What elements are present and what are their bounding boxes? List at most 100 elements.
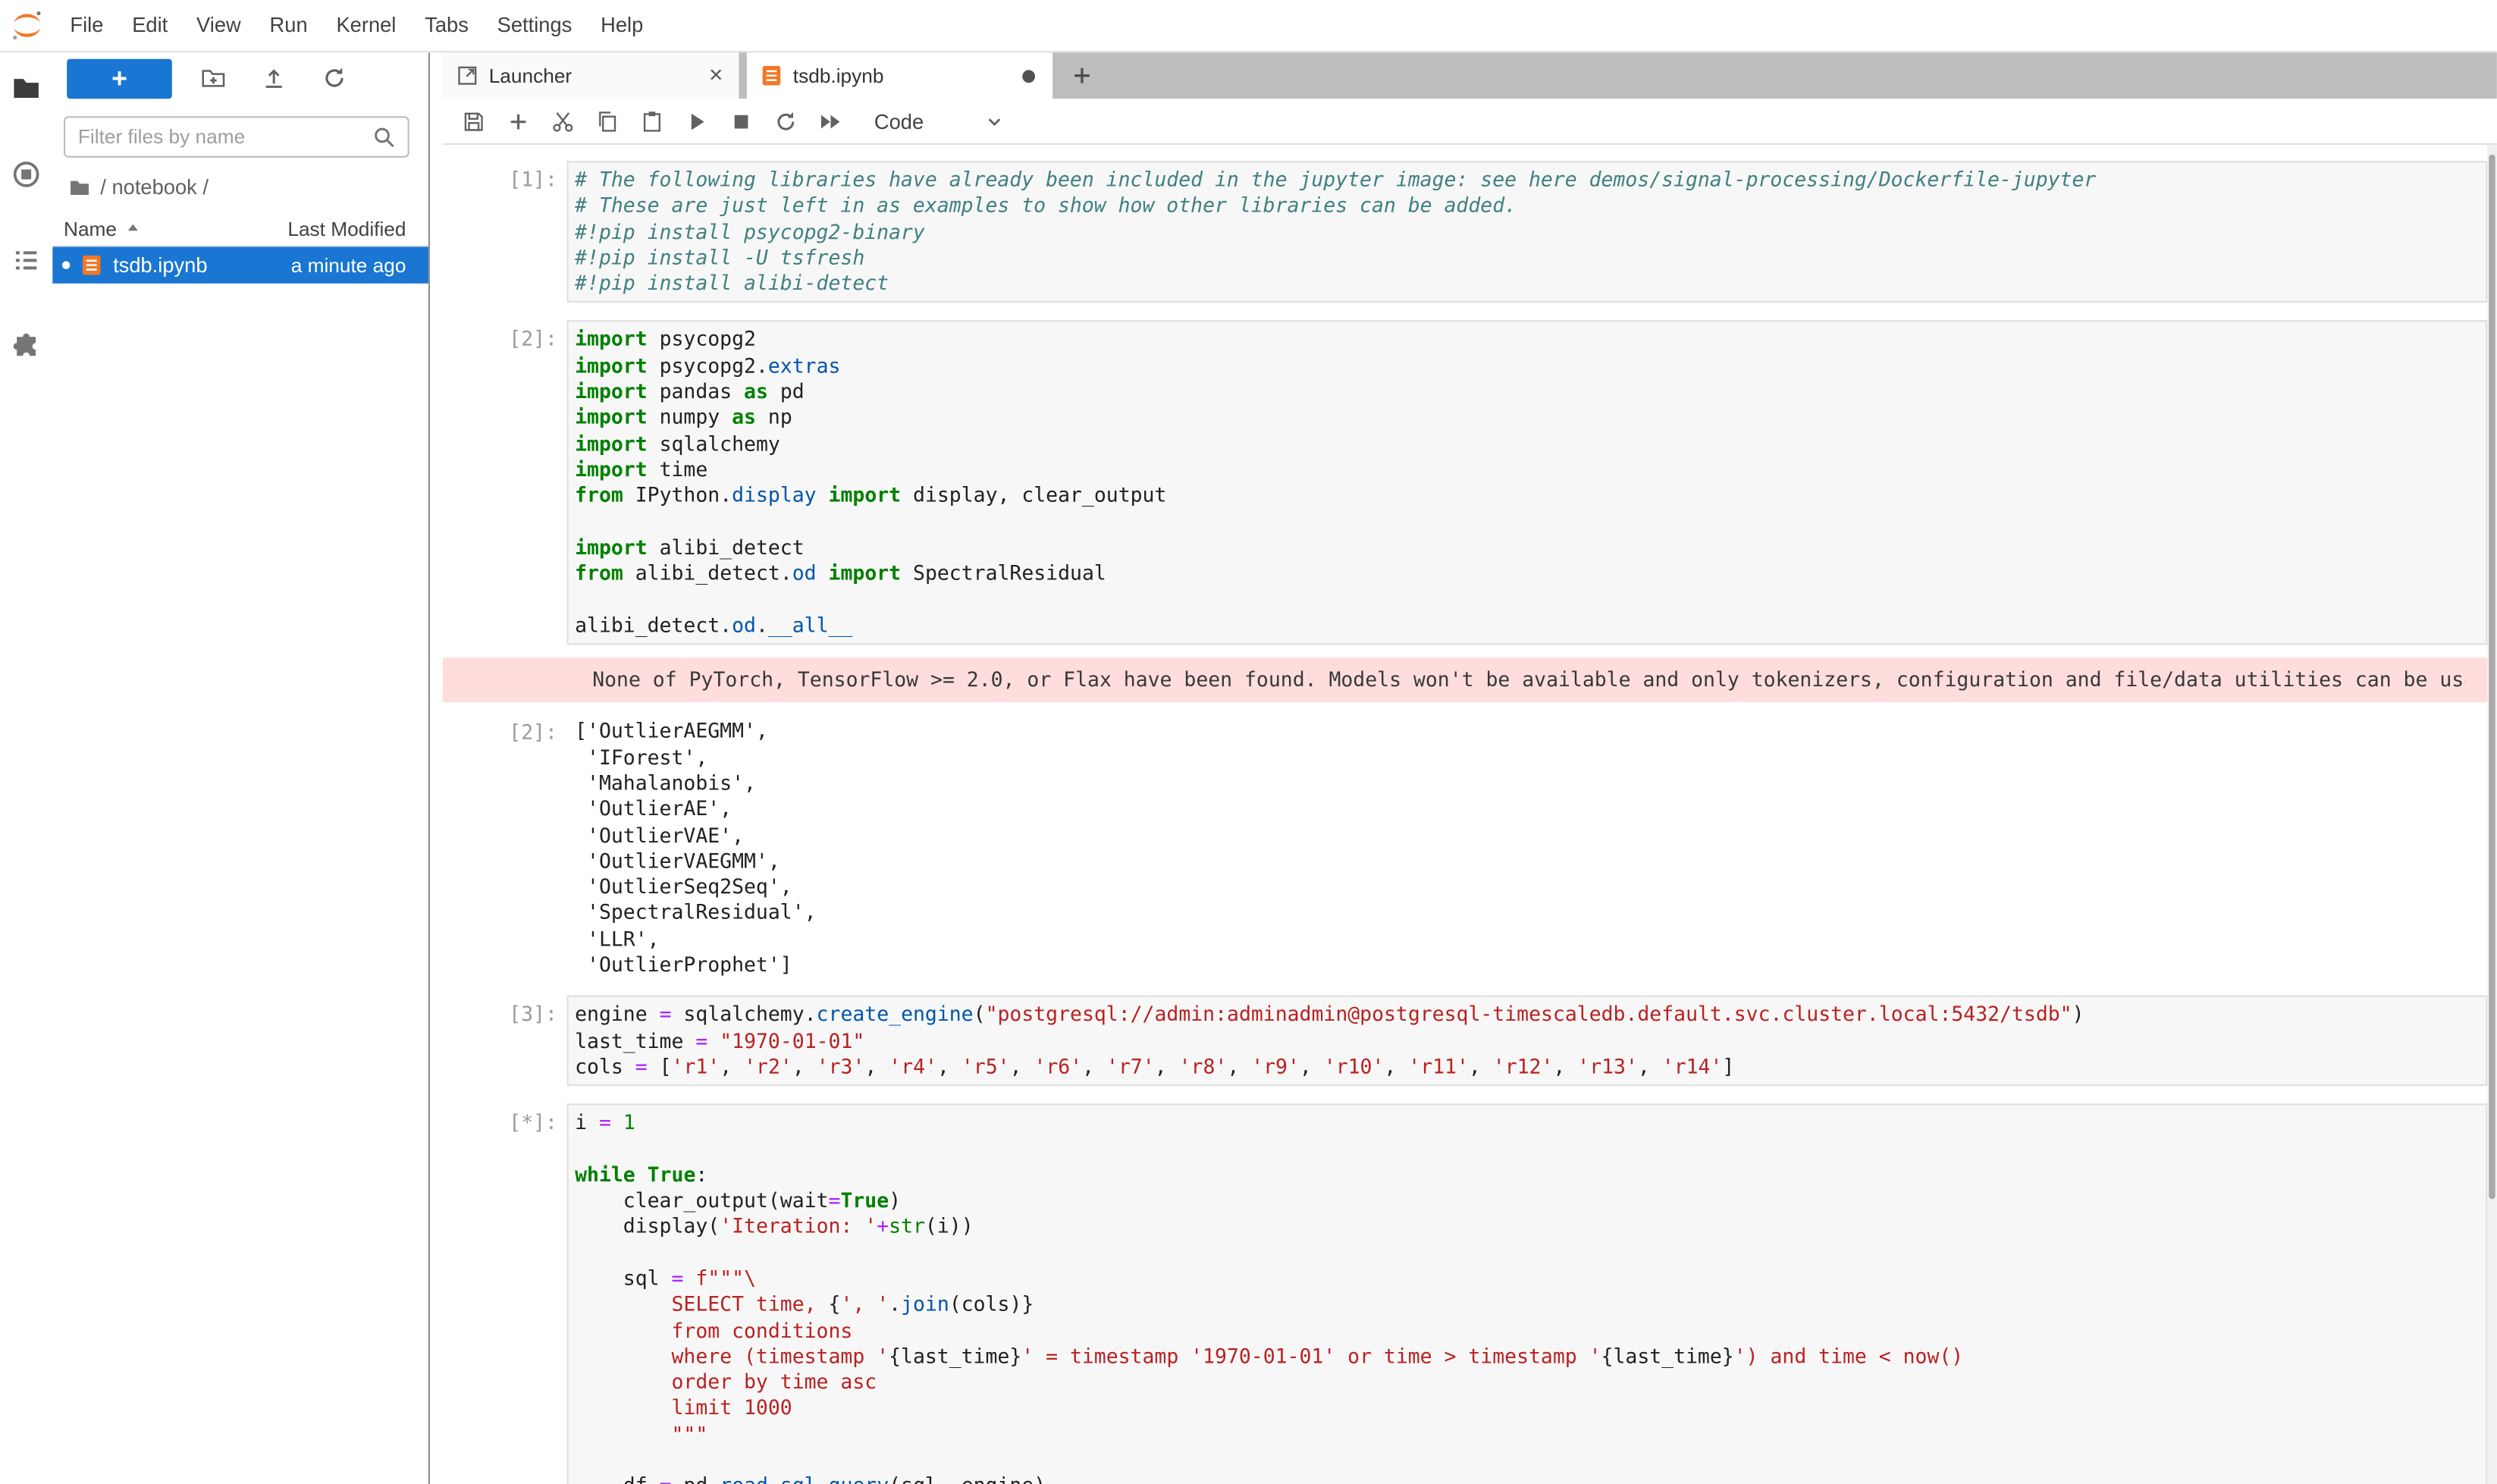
- fast-forward-button[interactable]: [808, 102, 852, 140]
- code-editor[interactable]: # The following libraries have already b…: [567, 161, 2488, 303]
- column-header-last-modified[interactable]: Last Modified: [287, 218, 406, 240]
- menu-item-edit[interactable]: Edit: [118, 0, 182, 51]
- cell-type-select[interactable]: Code: [868, 106, 1012, 136]
- search-icon: [371, 124, 397, 150]
- cell-output: [2]:['OutlierAEGMM', 'IForest', 'Mahalan…: [443, 714, 2497, 979]
- cell-prompt: [2]:: [443, 714, 567, 979]
- menu-item-tabs[interactable]: Tabs: [410, 0, 482, 51]
- cut-icon: [551, 109, 575, 133]
- paste-icon: [639, 109, 663, 133]
- notebook-toolbar: Code: [443, 99, 2497, 145]
- new-folder-button[interactable]: [194, 59, 232, 97]
- cell-prompt: [3]:: [443, 996, 567, 1086]
- cell-prompt: [*]:: [443, 1104, 567, 1484]
- file-name: tsdb.ipynb: [113, 253, 207, 278]
- folder-icon: [68, 176, 90, 198]
- column-header-name[interactable]: Name: [64, 218, 143, 240]
- menu-bar-items: FileEditViewRunKernelTabsSettingsHelp: [56, 0, 658, 51]
- panel-splitter[interactable]: [430, 52, 443, 1484]
- add-icon: [506, 109, 529, 133]
- copy-icon: [594, 109, 619, 133]
- new-launcher-button[interactable]: +: [67, 58, 172, 99]
- upload-icon: [261, 65, 287, 91]
- close-icon[interactable]: ×: [706, 64, 726, 87]
- code-editor[interactable]: import psycopg2 import psycopg2.extras i…: [567, 321, 2488, 645]
- new-folder-icon: [201, 65, 227, 91]
- cell-output: None of PyTorch, TensorFlow >= 2.0, or F…: [443, 657, 2487, 702]
- paste-button[interactable]: [629, 102, 673, 140]
- menu-item-settings[interactable]: Settings: [483, 0, 586, 51]
- cell-prompt: [456, 663, 580, 698]
- filter-box: [64, 116, 409, 158]
- code-cell: [2]:import psycopg2 import psycopg2.extr…: [443, 321, 2497, 645]
- save-icon: [461, 109, 485, 133]
- menu-item-run[interactable]: Run: [256, 0, 322, 51]
- run-button[interactable]: [673, 102, 718, 140]
- sort-ascending-icon: [125, 220, 143, 237]
- file-row[interactable]: tsdb.ipynb a minute ago: [52, 247, 428, 284]
- jupyterlab-window: FileEditViewRunKernelTabsSettingsHelp + …: [0, 0, 2497, 1484]
- file-action-icons: [172, 59, 353, 97]
- sidebar-tab-table-of-contents[interactable]: [9, 242, 44, 277]
- add-icon: [1069, 64, 1093, 87]
- run-icon: [684, 109, 708, 133]
- output-text: ['OutlierAEGMM', 'IForest', 'Mahalanobis…: [567, 714, 2497, 979]
- menu-item-view[interactable]: View: [182, 0, 256, 51]
- refresh-button[interactable]: [315, 59, 353, 97]
- upload-button[interactable]: [255, 59, 293, 97]
- left-sidebar: [0, 52, 52, 1484]
- file-listing: tsdb.ipynb a minute ago: [52, 247, 428, 284]
- folder-icon: [11, 73, 42, 103]
- main-area: + / notebook / Name Last Modified tsdb.i…: [0, 52, 2497, 1484]
- code-editor[interactable]: i = 1 while True: clear_output(wait=True…: [567, 1104, 2488, 1484]
- cell-prompt: [1]:: [443, 161, 567, 303]
- menu-item-file[interactable]: File: [56, 0, 118, 51]
- column-name-label: Name: [64, 218, 117, 240]
- tab-bar: Launcher × tsdb.ipynb: [443, 52, 2497, 99]
- table-of-contents-icon: [11, 244, 42, 275]
- breadcrumb-path: / notebook /: [100, 175, 209, 199]
- restart-button[interactable]: [763, 102, 808, 140]
- breadcrumb[interactable]: / notebook /: [68, 175, 428, 199]
- dirty-indicator: [62, 261, 71, 269]
- tab-tsdb-ipynb[interactable]: tsdb.ipynb: [747, 52, 1052, 99]
- scrollbar-thumb[interactable]: [2489, 155, 2495, 1200]
- tab-label: tsdb.ipynb: [793, 64, 884, 86]
- notebook-icon: [760, 64, 784, 87]
- document-area: Launcher × tsdb.ipynb Code [1]:# The follo…: [443, 52, 2497, 1484]
- file-list-header: Name Last Modified: [52, 212, 428, 246]
- filter-files-input[interactable]: [65, 126, 371, 148]
- dirty-indicator: [1022, 69, 1035, 82]
- new-tab-button[interactable]: [1061, 52, 1103, 99]
- stop-button[interactable]: [718, 102, 763, 140]
- code-editor[interactable]: engine = sqlalchemy.create_engine("postg…: [567, 996, 2488, 1086]
- file-browser-toolbar: +: [52, 58, 428, 99]
- sidebar-tab-running-sessions[interactable]: [9, 156, 44, 191]
- sidebar-tab-folder[interactable]: [9, 70, 44, 105]
- copy-button[interactable]: [585, 102, 629, 140]
- notebook-cells: [1]:# The following libraries have alrea…: [443, 145, 2497, 1484]
- extension-icon: [11, 331, 42, 361]
- save-button[interactable]: [450, 102, 495, 140]
- vertical-scrollbar[interactable]: [2487, 145, 2497, 1484]
- menu-item-kernel[interactable]: Kernel: [322, 0, 411, 51]
- stop-icon: [729, 109, 753, 133]
- stderr-output: None of PyTorch, TensorFlow >= 2.0, or F…: [579, 663, 2464, 698]
- tab-label: Launcher: [489, 64, 572, 86]
- refresh-icon: [322, 65, 347, 91]
- menu-item-help[interactable]: Help: [586, 0, 657, 51]
- cut-button[interactable]: [540, 102, 585, 140]
- code-cell: [1]:# The following libraries have alrea…: [443, 161, 2497, 303]
- sidebar-tab-extension[interactable]: [9, 328, 44, 363]
- running-sessions-icon: [11, 158, 42, 189]
- code-cell: [3]:engine = sqlalchemy.create_engine("p…: [443, 996, 2497, 1086]
- restart-icon: [773, 109, 798, 133]
- cell-type-value: Code: [874, 109, 924, 133]
- tab-launcher[interactable]: Launcher ×: [443, 52, 739, 99]
- launcher-icon: [456, 64, 480, 87]
- toolbar-buttons: [450, 102, 852, 140]
- file-modified: a minute ago: [291, 254, 406, 276]
- add-button[interactable]: [495, 102, 540, 140]
- notebook-icon: [80, 253, 104, 278]
- tab-bar-tabs: Launcher × tsdb.ipynb: [443, 52, 1061, 99]
